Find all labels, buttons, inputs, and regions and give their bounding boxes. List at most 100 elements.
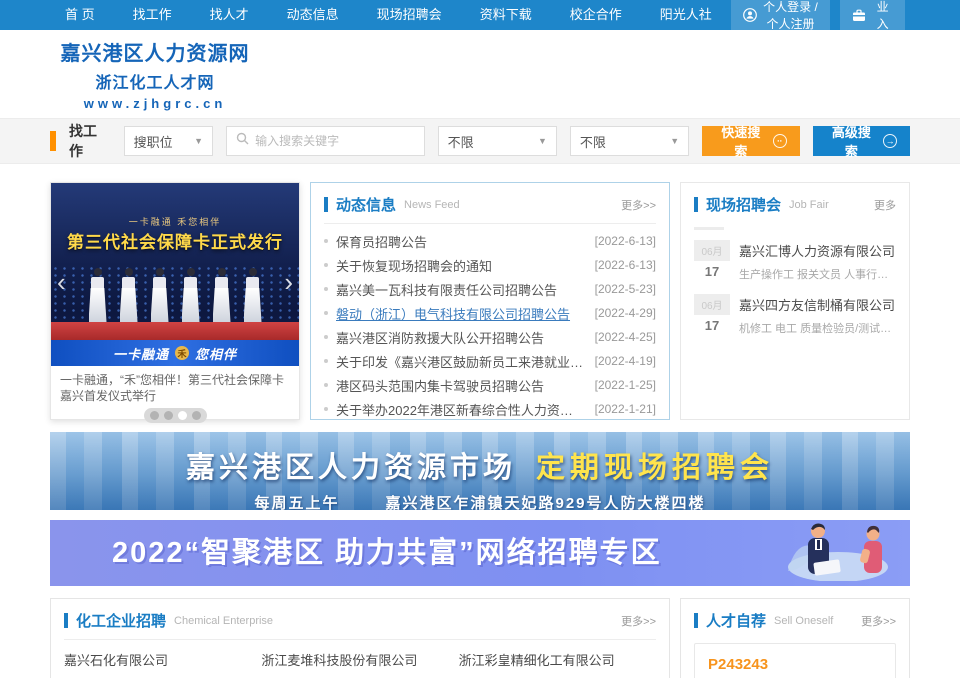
- talent-panel: 人才自荐 Sell Oneself 更多>> P243243 男 ｜ 嘉兴市>嘉…: [680, 598, 910, 678]
- talent-more-link[interactable]: 更多>>: [861, 613, 896, 629]
- news-more-link[interactable]: 更多>>: [621, 197, 656, 213]
- news-item-title-hovered: 磐动（浙江）电气科技有限公司招聘公告: [336, 304, 585, 323]
- news-feed-panel: 动态信息 News Feed 更多>> 保育员招聘公告 [2022-6-13] …: [310, 182, 670, 420]
- section-accent-bar: [324, 197, 328, 212]
- news-item[interactable]: 港区码头范围内集卡驾驶员招聘公告 [2022-1-25]: [324, 373, 656, 397]
- search-strip: 找工作 搜职位 ▼ 不限 ▼ 不限 ▼ 快速搜索 ∙∙ 高级搜索 →: [0, 118, 960, 164]
- talent-card[interactable]: P243243 男 ｜ 嘉兴市>嘉兴港区 ｜ 八年以上: [694, 643, 896, 678]
- job-fair-date-badge: 06月 17: [694, 240, 730, 282]
- chevron-down-icon: ▼: [538, 136, 547, 146]
- personal-login-button[interactable]: 个人登录 / 个人注册: [731, 0, 831, 53]
- news-item[interactable]: 关于恢复现场招聘会的通知 [2022-6-13]: [324, 253, 656, 277]
- carousel-dot-1[interactable]: [150, 411, 159, 420]
- nav-home[interactable]: 首 页: [46, 0, 114, 30]
- person-icon: [743, 8, 757, 22]
- advanced-search-label: 高级搜索: [826, 122, 878, 160]
- nav-job-fair[interactable]: 现场招聘会: [358, 0, 461, 30]
- bullet-icon: [324, 311, 328, 315]
- filter-dropdown-1[interactable]: 不限 ▼: [438, 126, 557, 156]
- stage-banner-text-left: 一卡融通: [113, 344, 169, 363]
- chevron-down-icon: ▼: [194, 136, 203, 146]
- nav-news[interactable]: 动态信息: [268, 0, 358, 30]
- news-item-title: 保育员招聘公告: [336, 232, 585, 251]
- section-accent-bar: [694, 197, 698, 212]
- chevron-down-icon: ▼: [670, 136, 679, 146]
- nav-find-job[interactable]: 找工作: [114, 0, 191, 30]
- stage-red-carpet: [51, 322, 299, 340]
- carousel-dot-2[interactable]: [164, 411, 173, 420]
- search-category-value: 搜职位: [134, 132, 173, 151]
- talent-subtitle: Sell Oneself: [774, 615, 833, 627]
- banner1-schedule: 每周五上午: [254, 492, 339, 510]
- job-fair-title: 现场招聘会: [706, 194, 781, 215]
- news-item-title: 关于举办2022年港区新春综合性人力资源暨春风...: [336, 400, 585, 419]
- quick-search-label: 快速搜索: [715, 122, 767, 160]
- job-fair-item[interactable]: 06月 17 嘉兴汇博人力资源有限公司 生产操作工 报关文员 人事行政助理...: [681, 240, 909, 282]
- carousel-dots: [144, 408, 207, 423]
- speed-icon: ∙∙: [773, 134, 787, 148]
- carousel-next-arrow[interactable]: ›: [284, 269, 293, 295]
- news-item-date: [2022-1-25]: [595, 378, 656, 392]
- job-fair-banner[interactable]: 嘉兴港区人力资源市场 定期现场招聘会 每周五上午 嘉兴港区乍浦镇天妃路929号人…: [50, 432, 910, 510]
- quick-search-button[interactable]: 快速搜索 ∙∙: [702, 126, 799, 156]
- briefcase-icon: [852, 9, 866, 22]
- nav-find-talent[interactable]: 找人才: [191, 0, 268, 30]
- news-item-title: 嘉兴美一瓦科技有限责任公司招聘公告: [336, 280, 585, 299]
- job-fair-positions: 机修工 电工 质量检验员/测试员 叉车...: [739, 320, 896, 336]
- site-url: www.zjhgrc.cn: [55, 96, 255, 111]
- nav-sunshine-hr[interactable]: 阳光人社: [641, 0, 731, 30]
- company-listing[interactable]: 嘉兴石化有限公司 工艺员 设备管理 警卫（残疾工）: [64, 650, 261, 678]
- search-input[interactable]: [255, 134, 415, 148]
- nav-school-cooperation[interactable]: 校企合作: [551, 0, 641, 30]
- news-item[interactable]: 嘉兴美一瓦科技有限责任公司招聘公告 [2022-5-23]: [324, 277, 656, 301]
- news-item-date: [2022-4-19]: [595, 354, 656, 368]
- news-item-title: 嘉兴港区消防救援大队公开招聘公告: [336, 328, 585, 347]
- news-item[interactable]: 关于印发《嘉兴港区鼓励新员工来港就业补助操作... [2022-4-19]: [324, 349, 656, 373]
- mini-divider: [694, 227, 724, 230]
- job-fair-month: 06月: [694, 240, 730, 261]
- gold-coin-icon: 禾: [175, 346, 189, 360]
- filter-dropdown-2[interactable]: 不限 ▼: [570, 126, 689, 156]
- carousel-caption[interactable]: 一卡融通，“禾”您相伴！第三代社会保障卡嘉兴首发仪式举行: [51, 366, 299, 404]
- bullet-icon: [324, 263, 328, 267]
- news-feed-title: 动态信息: [336, 194, 396, 215]
- job-fair-more-link[interactable]: 更多: [874, 197, 896, 213]
- chemical-enterprise-panel: 化工企业招聘 Chemical Enterprise 更多>> 嘉兴石化有限公司…: [50, 598, 670, 678]
- job-fair-positions: 生产操作工 报关文员 人事行政助理...: [739, 266, 896, 282]
- bullet-icon: [324, 239, 328, 243]
- search-category-dropdown[interactable]: 搜职位 ▼: [124, 126, 213, 156]
- company-listing[interactable]: 浙江麦堆科技股份有限公司 销售专员 会计 土建主管: [261, 650, 458, 678]
- site-logo[interactable]: 嘉兴港区人力资源网 浙江化工人才网 www.zjhgrc.cn: [55, 37, 255, 111]
- enterprise-entry-button[interactable]: 企业入口: [840, 0, 905, 53]
- bullet-icon: [324, 287, 328, 291]
- stage-banner: 一卡融通 禾 您相伴: [51, 340, 299, 366]
- bullet-icon: [324, 335, 328, 339]
- news-item[interactable]: 磐动（浙江）电气科技有限公司招聘公告 [2022-4-29]: [324, 301, 656, 325]
- search-icon: [236, 132, 249, 150]
- carousel-dot-4[interactable]: [192, 411, 201, 420]
- orange-accent-bar: [50, 131, 56, 151]
- top-nav: 首 页 找工作 找人才 动态信息 现场招聘会 资料下载 校企合作 阳光人社: [46, 0, 731, 30]
- chemical-more-link[interactable]: 更多>>: [621, 613, 656, 629]
- advanced-search-button[interactable]: 高级搜索 →: [813, 126, 910, 156]
- online-recruitment-banner[interactable]: 2022“智聚港区 助力共富”网络招聘专区: [50, 520, 910, 586]
- job-fair-day: 17: [694, 261, 730, 279]
- company-listing[interactable]: 浙江彩皇精细化工有限公司 普工（制造科） 营业担当: [459, 650, 656, 678]
- carousel-dot-3[interactable]: [178, 411, 187, 420]
- nav-downloads[interactable]: 资料下载: [461, 0, 551, 30]
- news-item[interactable]: 关于举办2022年港区新春综合性人力资源暨春风... [2022-1-21]: [324, 397, 656, 421]
- bullet-icon: [324, 383, 328, 387]
- arrow-right-icon: →: [883, 134, 897, 148]
- news-item[interactable]: 嘉兴港区消防救援大队公开招聘公告 [2022-4-25]: [324, 325, 656, 349]
- top-navigation-bar: 首 页 找工作 找人才 动态信息 现场招聘会 资料下载 校企合作 阳光人社 个人…: [0, 0, 960, 30]
- news-item-date: [2022-6-13]: [595, 258, 656, 272]
- carousel-prev-arrow[interactable]: ‹: [57, 269, 66, 295]
- carousel-slide[interactable]: 一卡融通 禾您相伴 第三代社会保障卡正式发行 一卡融通 禾 您相伴 ‹: [51, 183, 299, 366]
- news-item[interactable]: 保育员招聘公告 [2022-6-13]: [324, 229, 656, 253]
- site-subtitle: 浙江化工人才网: [55, 69, 255, 93]
- company-name: 浙江彩皇精细化工有限公司: [459, 650, 656, 669]
- news-item-date: [2022-6-13]: [595, 234, 656, 248]
- banner1-title-yellow: 定期现场招聘会: [536, 444, 774, 486]
- job-fair-item[interactable]: 06月 17 嘉兴四方友信制桶有限公司 机修工 电工 质量检验员/测试员 叉车.…: [681, 294, 909, 336]
- job-fair-company: 嘉兴汇博人力资源有限公司: [739, 240, 896, 260]
